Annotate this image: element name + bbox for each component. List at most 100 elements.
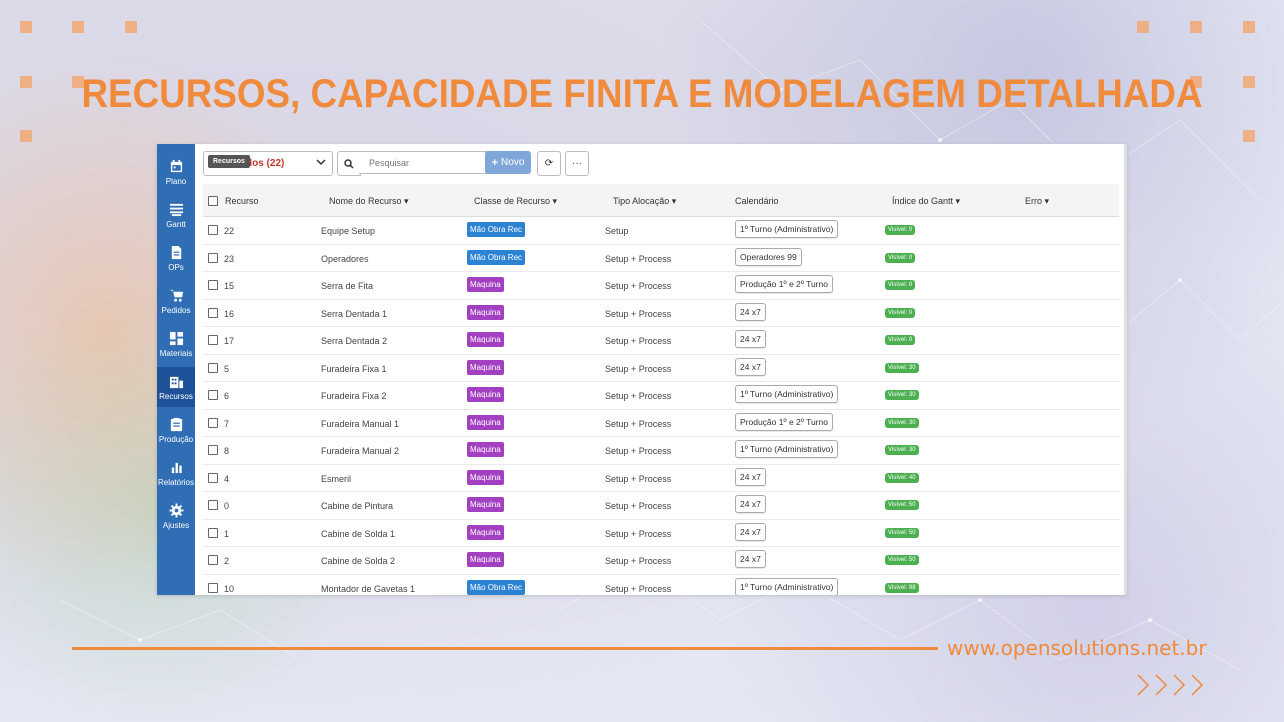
sidebar-item-materiais[interactable]: Materiais bbox=[157, 324, 195, 364]
sidebar-item-recursos[interactable]: Recursos bbox=[157, 367, 195, 407]
resource-id: 2 bbox=[224, 556, 230, 566]
document-icon bbox=[169, 245, 184, 260]
table-row[interactable]: 0 Cabine de Pintura Maquina Setup + Process… bbox=[203, 492, 1119, 520]
row-checkbox[interactable] bbox=[208, 280, 218, 290]
row-checkbox[interactable] bbox=[208, 527, 218, 538]
calendar-badge[interactable]: 24 x7 bbox=[735, 467, 766, 486]
website-url[interactable]: www.opensolutions.net.br bbox=[947, 636, 1207, 660]
allocation-type: Setup + Process bbox=[605, 363, 672, 374]
table-row[interactable]: 23 Operadores Mão Obra Rec Setup + Process O… bbox=[203, 245, 1119, 272]
row-checkbox[interactable] bbox=[208, 472, 218, 483]
table-row[interactable]: 22 Equipe Setup Mão Obra Rec Setup 1º Turno … bbox=[203, 217, 1119, 245]
resource-name: Serra Dentada 2 bbox=[321, 336, 388, 346]
table-row[interactable]: 1 Cabine de Solda 1 Maquina Setup + Process… bbox=[203, 520, 1119, 547]
header-tipo[interactable]: Tipo Alocação ▾ bbox=[613, 196, 676, 207]
resource-class-tag: Maquina bbox=[467, 277, 504, 292]
tooltip: Recursos bbox=[208, 155, 250, 168]
gantt-index-badge: Visível: 50 bbox=[885, 555, 919, 565]
sidebar-item-gantt[interactable]: Gantt bbox=[157, 195, 195, 235]
table-row[interactable]: 17 Serra Dentada 2 Maquina Setup + Process 2… bbox=[203, 327, 1119, 355]
header-nome[interactable]: Nome do Recurso ▾ bbox=[329, 196, 409, 207]
calendar-badge[interactable]: 24 x7 bbox=[735, 550, 766, 568]
calendar-badge[interactable]: Produção 1º e 2º Turno bbox=[735, 412, 833, 431]
row-checkbox[interactable] bbox=[208, 582, 218, 593]
more-options-button[interactable]: ··· bbox=[565, 151, 589, 176]
resource-id: 10 bbox=[224, 583, 235, 594]
calendar-badge[interactable]: 1º Turno (Administrativo) bbox=[735, 440, 839, 458]
calendar-badge[interactable]: 24 x7 bbox=[735, 302, 766, 321]
row-checkbox[interactable] bbox=[208, 417, 218, 428]
new-resource-button[interactable]: + Novo bbox=[485, 151, 531, 174]
header-erro[interactable]: Erro ▾ bbox=[1025, 196, 1049, 207]
sidebar-item-ops[interactable]: OPs bbox=[157, 238, 195, 278]
header-classe[interactable]: Classe de Recurso ▾ bbox=[474, 196, 557, 207]
resource-id: 15 bbox=[224, 281, 235, 291]
resource-name: Montador de Gavetas 1 bbox=[321, 583, 416, 594]
header-indice[interactable]: Índice do Gantt ▾ bbox=[892, 196, 960, 207]
header-recurso[interactable]: Recurso bbox=[208, 195, 259, 207]
resource-class-tag: Mão Obra Rec bbox=[467, 579, 526, 595]
calendar-badge[interactable]: 1º Turno (Administrativo) bbox=[735, 385, 839, 403]
header-label: Recurso bbox=[225, 196, 259, 206]
scrollbar[interactable] bbox=[1124, 144, 1127, 595]
table-row[interactable]: 6 Furadeira Fixa 2 Maquina Setup + Process 1… bbox=[203, 382, 1119, 410]
sidebar-item-label: OPs bbox=[168, 262, 184, 272]
resource-class-tag: Maquina bbox=[467, 332, 504, 347]
resource-name: Furadeira Manual 1 bbox=[321, 418, 400, 429]
calendar-badge[interactable]: 24 x7 bbox=[735, 522, 766, 541]
resource-name: Cabine de Solda 1 bbox=[321, 528, 396, 539]
row-checkbox[interactable] bbox=[208, 307, 218, 318]
sidebar-item-ajustes[interactable]: Ajustes bbox=[157, 496, 195, 536]
sidebar-item-relatorios[interactable]: Relatórios bbox=[157, 453, 195, 493]
header-calendario[interactable]: Calendário bbox=[735, 196, 779, 206]
resource-id: 17 bbox=[224, 336, 235, 346]
calendar-badge[interactable]: 1º Turno (Administrativo) bbox=[735, 220, 839, 238]
gantt-index-badge: Visível: 30 bbox=[885, 362, 919, 373]
table-row[interactable]: 15 Serra de Fita Maquina Setup + Process Pro… bbox=[203, 272, 1119, 300]
allocation-type: Setup bbox=[605, 226, 629, 236]
clipboard-icon bbox=[169, 417, 184, 432]
cart-icon bbox=[169, 288, 184, 303]
row-checkbox[interactable] bbox=[208, 500, 218, 510]
resource-name: Cabine de Pintura bbox=[321, 501, 394, 511]
chevron-down-icon bbox=[316, 159, 326, 166]
sidebar-item-producao[interactable]: Produção bbox=[157, 410, 195, 450]
table-row[interactable]: 16 Serra Dentada 1 Maquina Setup + Process 2… bbox=[203, 300, 1119, 327]
calendar-badge[interactable]: 1º Turno (Administrativo) bbox=[735, 577, 839, 595]
search-button[interactable] bbox=[337, 151, 361, 176]
gantt-index-badge: Visível: 30 bbox=[885, 417, 919, 428]
sidebar-item-pedidos[interactable]: Pedidos bbox=[157, 281, 195, 321]
calendar-badge[interactable]: Operadores 99 bbox=[735, 247, 802, 266]
sidebar-item-label: Plano bbox=[165, 176, 187, 186]
calendar-badge[interactable]: 24 x7 bbox=[735, 357, 766, 376]
sidebar-item-plano[interactable]: Plano bbox=[157, 152, 195, 192]
allocation-type: Setup + Process bbox=[605, 308, 672, 319]
row-checkbox[interactable] bbox=[208, 335, 218, 345]
row-checkbox[interactable] bbox=[208, 362, 218, 373]
table-row[interactable]: 2 Cabine de Solda 2 Maquina Setup + Process… bbox=[203, 547, 1119, 575]
table-row[interactable]: 4 Esmeril Maquina Setup + Process 24 x7 Visív… bbox=[203, 465, 1119, 492]
select-all-checkbox[interactable] bbox=[208, 195, 218, 206]
row-checkbox[interactable] bbox=[208, 555, 218, 565]
row-checkbox[interactable] bbox=[208, 252, 218, 263]
table-row[interactable]: 7 Furadeira Manual 1 Maquina Setup + Proces… bbox=[203, 410, 1119, 437]
calendar-badge[interactable]: 24 x7 bbox=[735, 330, 766, 348]
search-input[interactable] bbox=[359, 151, 490, 174]
table-row[interactable]: 8 Furadeira Manual 2 Maquina Setup + Proces… bbox=[203, 437, 1119, 465]
table-row[interactable]: 10 Montador de Gavetas 1 Mão Obra Rec Setup… bbox=[203, 575, 1119, 595]
calendar-badge[interactable]: Produção 1º e 2º Turno bbox=[735, 275, 833, 293]
refresh-button[interactable]: ⟳ bbox=[537, 151, 561, 176]
resource-class-tag: Mão Obra Rec bbox=[467, 222, 526, 237]
allocation-type: Setup + Process bbox=[605, 281, 672, 291]
table-header: Recurso Nome do Recurso ▾ Classe de Recu… bbox=[203, 184, 1119, 217]
allocation-type: Setup + Process bbox=[605, 336, 672, 346]
sidebar: Plano Gantt OPs Pedidos Materiais Recurs… bbox=[157, 144, 195, 595]
gantt-index-badge: Visível: 0 bbox=[885, 280, 916, 290]
gantt-index-badge: Visível: 30 bbox=[885, 390, 919, 400]
resource-filter-select[interactable]: dos (22) Recursos bbox=[203, 151, 333, 176]
row-checkbox[interactable] bbox=[208, 390, 218, 400]
row-checkbox[interactable] bbox=[208, 225, 218, 235]
table-row[interactable]: 5 Furadeira Fixa 1 Maquina Setup + Process 2… bbox=[203, 355, 1119, 382]
calendar-badge[interactable]: 24 x7 bbox=[735, 495, 766, 513]
row-checkbox[interactable] bbox=[208, 445, 218, 455]
